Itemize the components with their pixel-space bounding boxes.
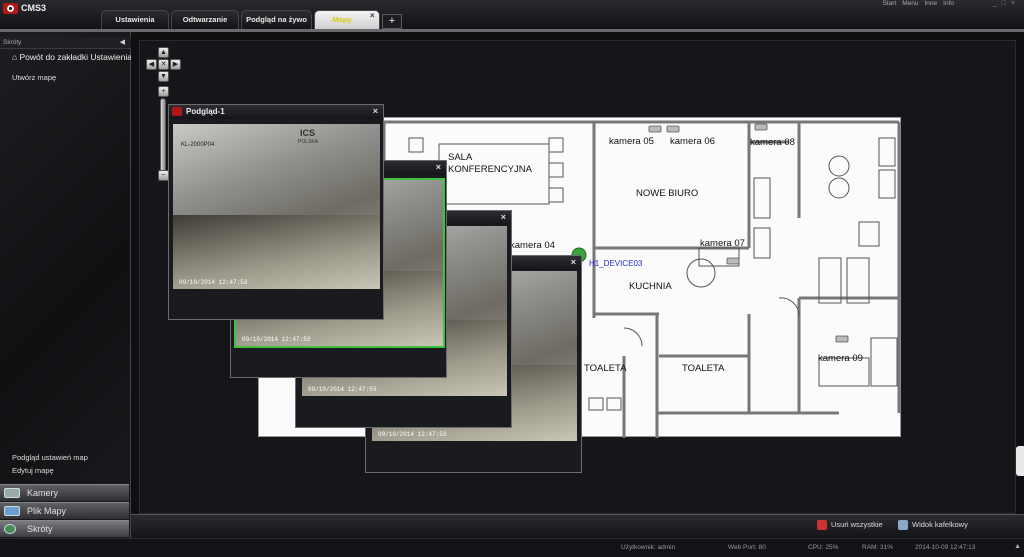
- nav-kamery[interactable]: Kamery: [0, 484, 129, 501]
- minimize-icon[interactable]: _: [993, 0, 1002, 7]
- close-icon[interactable]: ×: [373, 105, 378, 118]
- create-map-link[interactable]: Utwórz mapę: [12, 73, 56, 82]
- map-file-icon: [4, 506, 20, 516]
- preview-window-header[interactable]: Podgląd-1 ×: [169, 105, 383, 119]
- cms-logo-icon: [3, 3, 18, 14]
- video-timestamp: 09/10/2014 12:47:53: [308, 386, 377, 393]
- add-tab-button[interactable]: +: [382, 14, 402, 29]
- menu-start[interactable]: Start: [883, 0, 897, 7]
- back-to-settings-label: Powót do zakładki Ustawienia: [19, 52, 132, 62]
- window-controls: _□×: [993, 0, 1020, 7]
- status-ram: RAM: 31%: [862, 544, 894, 551]
- ics-logo-subtext: POLSKA: [298, 139, 319, 145]
- camera-07-icon: [726, 257, 740, 265]
- nav-plik-mapy-label: Plik Mapy: [27, 506, 67, 516]
- home-icon: ⌂: [12, 52, 18, 62]
- sidebar-title: Skróty: [3, 39, 22, 46]
- collapse-sidebar-icon[interactable]: ◀: [120, 38, 125, 46]
- status-user: Użytkownik: admin: [621, 544, 676, 551]
- video-feed-1: KL-2000P04 ICS POLSKA 09/10/2014 12:47:5…: [173, 124, 380, 289]
- right-panel-handle[interactable]: [1016, 446, 1024, 476]
- camera-06-icon: [666, 125, 680, 133]
- edit-map-link[interactable]: Edytuj mapę: [12, 466, 54, 475]
- video-timestamp: 09/10/2014 12:47:53: [242, 336, 311, 343]
- video-timestamp: 09/10/2014 12:47:53: [179, 279, 248, 286]
- tab-podglad-na-zywo[interactable]: Podgląd na żywo: [241, 10, 312, 29]
- nav-skroty[interactable]: Skróty: [0, 520, 129, 537]
- sidebar-header: Skróty ◀: [0, 37, 131, 49]
- nav-plik-mapy[interactable]: Plik Mapy: [0, 502, 129, 519]
- pan-reset-icon[interactable]: ✕: [158, 59, 169, 70]
- tile-view-button[interactable]: Widok kafelkowy: [898, 520, 968, 531]
- zoom-in-icon[interactable]: +: [158, 86, 169, 97]
- camera-09-icon: [835, 335, 849, 343]
- camera-05-icon: [648, 125, 662, 133]
- tile-view-label: Widok kafelkowy: [912, 520, 968, 529]
- sidebar: Skróty ◀ ⌂ Powót do zakładki Ustawienia …: [0, 32, 132, 538]
- top-menu: Start Menu Inne Info: [883, 0, 955, 7]
- cms3-app: CMS3 Ustawienia Odtwarzanie Podgląd na ż…: [0, 0, 1024, 557]
- nav-skroty-label: Skróty: [27, 524, 53, 534]
- pan-up-icon[interactable]: ▲: [158, 47, 169, 58]
- back-to-settings-link[interactable]: ⌂ Powót do zakładki Ustawienia: [12, 52, 132, 62]
- close-icon[interactable]: ×: [501, 211, 506, 224]
- close-icon[interactable]: ×: [436, 161, 441, 174]
- video-timestamp: 09/10/2014 12:47:53: [378, 431, 447, 438]
- menu-info[interactable]: Info: [943, 0, 954, 7]
- zoom-slider[interactable]: [160, 98, 166, 174]
- tab-ustawienia[interactable]: Ustawienia: [101, 10, 169, 29]
- video-channel-label: KL-2000P04: [181, 142, 215, 148]
- tile-view-icon: [898, 520, 908, 531]
- map-action-bar: Usuń wszystkie Widok kafelkowy: [131, 514, 1024, 538]
- pan-left-icon[interactable]: ◀: [146, 59, 157, 70]
- ics-logo-text: ICS: [300, 128, 316, 138]
- close-window-icon[interactable]: ×: [1011, 0, 1020, 7]
- status-cpu: CPU: 25%: [808, 544, 839, 551]
- close-icon[interactable]: ×: [571, 256, 576, 269]
- remove-all-label: Usuń wszystkie: [831, 520, 883, 529]
- status-datetime: 2014-10-09 12:47:13: [915, 544, 976, 551]
- preview-window-title: Podgląd-1: [186, 107, 225, 116]
- pan-down-icon[interactable]: ▼: [158, 71, 169, 82]
- menu-inne[interactable]: Inne: [925, 0, 938, 7]
- camera-08-icon: [754, 123, 768, 131]
- tab-close-icon[interactable]: ×: [370, 11, 375, 20]
- tab-odtwarzanie[interactable]: Odtwarzanie: [171, 10, 239, 29]
- maximize-icon[interactable]: □: [1002, 0, 1011, 7]
- nav-kamery-label: Kamery: [27, 488, 59, 498]
- camera-icon: [4, 488, 20, 498]
- status-web-port: Web Port: 80: [728, 544, 766, 551]
- status-bar: Użytkownik: admin Web Port: 80 CPU: 25% …: [0, 538, 1024, 557]
- title-bar: CMS3 Ustawienia Odtwarzanie Podgląd na ż…: [0, 0, 1024, 30]
- pan-right-icon[interactable]: ▶: [170, 59, 181, 70]
- map-settings-preview-link[interactable]: Podgląd ustawień map: [12, 453, 88, 462]
- expand-status-icon[interactable]: ▲: [1014, 543, 1021, 550]
- menu-menu[interactable]: Menu: [902, 0, 918, 7]
- camera-logo-icon: [172, 107, 182, 116]
- app-title: CMS3: [21, 3, 47, 13]
- remove-all-button[interactable]: Usuń wszystkie: [817, 520, 883, 531]
- preview-window-1[interactable]: Podgląd-1 × KL-2000P04 ICS POLSKA 09/10/…: [168, 104, 384, 320]
- remove-all-icon: [817, 520, 827, 531]
- shortcuts-icon: [4, 524, 16, 534]
